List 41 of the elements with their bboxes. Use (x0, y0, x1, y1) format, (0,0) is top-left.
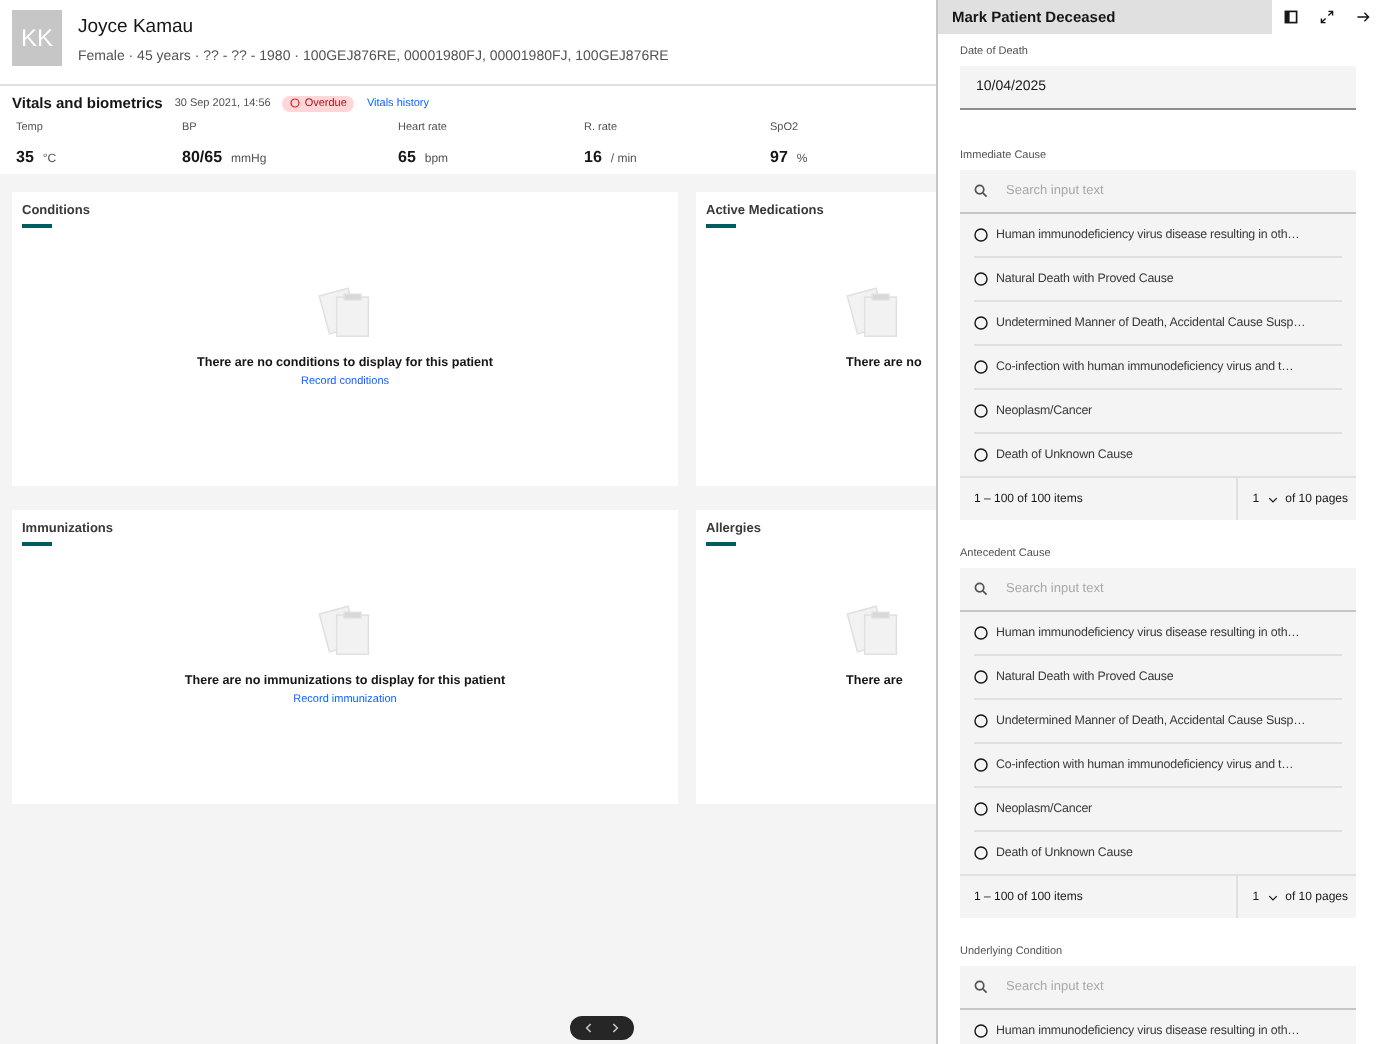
radio-button[interactable] (974, 1024, 988, 1038)
search-icon (974, 184, 988, 198)
radio-button[interactable] (974, 758, 988, 772)
vital-value: 35 (16, 148, 34, 166)
vital-value: 80/65 (182, 148, 223, 166)
radio-button[interactable] (974, 626, 988, 640)
radio-button[interactable] (974, 228, 988, 242)
title-underline (22, 542, 52, 546)
radio-button[interactable] (974, 714, 988, 728)
expand-icon (1319, 10, 1333, 24)
search-icon (974, 582, 988, 596)
vital-value: 65 (398, 148, 416, 166)
next-button[interactable] (608, 1022, 624, 1034)
vital-value: 16 (584, 148, 602, 166)
clipboard-icon (846, 602, 902, 658)
radio-button[interactable] (974, 846, 988, 860)
clipboard-icon (317, 284, 373, 340)
radio-button[interactable] (974, 404, 988, 418)
previous-button[interactable] (580, 1022, 596, 1034)
radio-button[interactable] (974, 670, 988, 684)
clipboard-icon (317, 602, 373, 658)
radio-button[interactable] (974, 316, 988, 330)
patient-name: Joyce Kamau (78, 16, 196, 38)
chevron-left-icon (584, 1022, 592, 1034)
clipboard-icon (846, 284, 902, 340)
chevron-right-icon (612, 1022, 620, 1034)
search-icon (974, 980, 988, 994)
title-underline (706, 224, 736, 228)
radio-button[interactable] (974, 448, 988, 462)
sidebar-icon (1283, 10, 1297, 24)
radio-button[interactable] (974, 802, 988, 816)
radio-button[interactable] (974, 272, 988, 286)
arrow-right-icon (1355, 10, 1369, 24)
title-underline (706, 542, 736, 546)
caret-icon (1267, 495, 1278, 503)
vital-value: 97 (770, 148, 788, 166)
avatar: KK (12, 10, 62, 66)
radio-button[interactable] (974, 360, 988, 374)
title-underline (22, 224, 52, 228)
alert-icon (290, 98, 301, 108)
caret-icon (1267, 893, 1278, 901)
